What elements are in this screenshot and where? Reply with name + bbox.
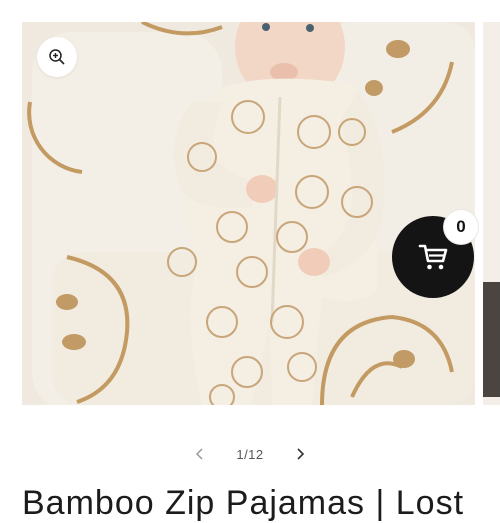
pager-count: 1/12: [236, 446, 264, 462]
prev-image-button[interactable]: [186, 441, 214, 467]
product-image-gallery[interactable]: [22, 22, 475, 405]
cart-count-badge: 0: [444, 210, 478, 244]
image-pager: 1/12: [0, 441, 500, 467]
cart-icon: [418, 244, 448, 270]
zoom-button[interactable]: [37, 37, 77, 77]
product-photo: [22, 22, 475, 405]
product-title: Bamboo Zip Pajamas | Lost: [22, 484, 465, 522]
chevron-right-icon: [297, 448, 304, 460]
chevron-left-icon: [196, 448, 203, 460]
next-image-button[interactable]: [286, 441, 314, 467]
zoom-in-icon: [49, 49, 65, 65]
next-image-peek[interactable]: [483, 22, 500, 405]
